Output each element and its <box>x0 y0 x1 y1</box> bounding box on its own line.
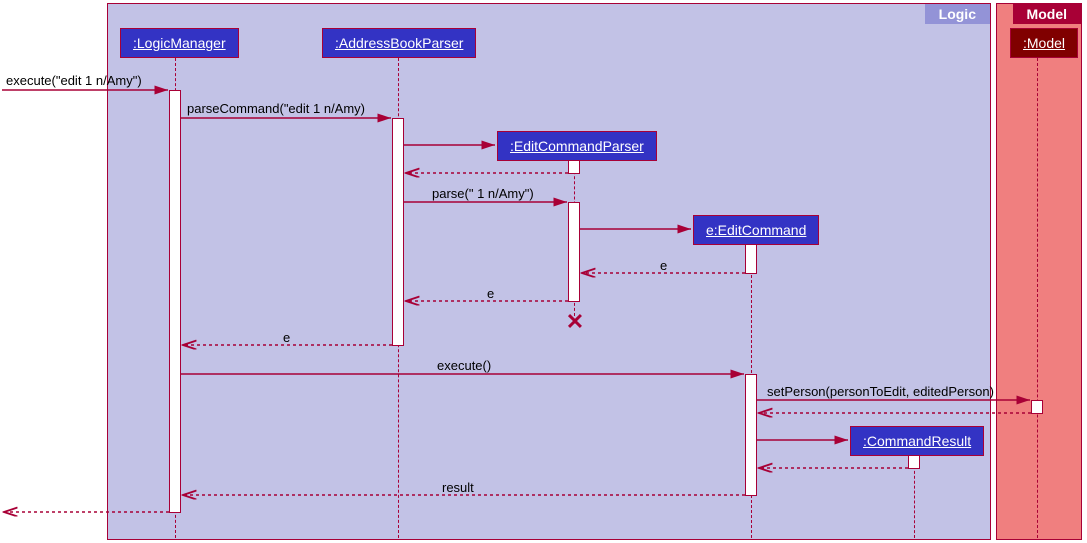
msg-parse: parse(" 1 n/Amy") <box>432 186 534 201</box>
frame-logic-label: Logic <box>925 4 990 24</box>
activation-model <box>1031 400 1043 414</box>
participant-address-book-parser: :AddressBookParser <box>322 28 476 58</box>
sequence-diagram: Logic Model :LogicManager :AddressBookPa… <box>0 0 1087 543</box>
msg-set-person: setPerson(personToEdit, editedPerson) <box>767 384 994 399</box>
msg-parse-command: parseCommand("edit 1 n/Amy) <box>187 101 365 116</box>
msg-return-e1: e <box>660 258 667 273</box>
msg-execute-call: execute() <box>437 358 491 373</box>
participant-model: :Model <box>1010 28 1078 58</box>
frame-logic: Logic <box>107 3 991 540</box>
destroy-edit-command-parser: ✕ <box>566 309 584 335</box>
msg-result: result <box>442 480 474 495</box>
lifeline-model <box>1037 58 1038 538</box>
msg-execute: execute("edit 1 n/Amy") <box>6 73 142 88</box>
frame-model-label: Model <box>1013 4 1081 24</box>
activation-address-book-parser <box>392 118 404 346</box>
participant-logic-manager: :LogicManager <box>120 28 239 58</box>
msg-return-e3: e <box>283 330 290 345</box>
activation-edit-command-2 <box>745 374 757 496</box>
msg-return-e2: e <box>487 286 494 301</box>
participant-edit-command-parser: :EditCommandParser <box>497 131 657 161</box>
activation-logic-manager <box>169 90 181 513</box>
activation-edit-command-parser-2 <box>568 202 580 302</box>
activation-command-result <box>908 455 920 469</box>
participant-edit-command: e:EditCommand <box>693 215 819 245</box>
activation-edit-command-1 <box>745 244 757 274</box>
activation-edit-command-parser-1 <box>568 160 580 174</box>
frame-model: Model <box>996 3 1082 540</box>
participant-command-result: :CommandResult <box>850 426 984 456</box>
